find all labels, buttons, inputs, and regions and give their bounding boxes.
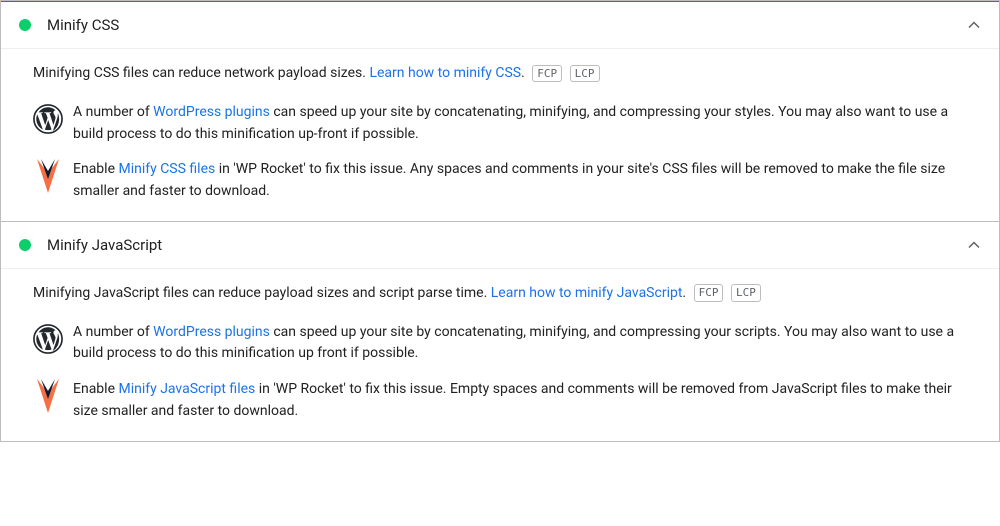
status-dot-icon bbox=[19, 239, 31, 251]
intro-text: Minifying JavaScript files can reduce pa… bbox=[33, 285, 491, 301]
audit-description: Minifying JavaScript files can reduce pa… bbox=[33, 283, 967, 304]
tip-pre: Enable bbox=[73, 381, 118, 397]
intro-post: . bbox=[682, 285, 686, 301]
audit-title: Minify CSS bbox=[47, 16, 967, 34]
tip-pre: A number of bbox=[73, 324, 153, 340]
audit-panel: Minify JavaScript Minifying JavaScript f… bbox=[0, 222, 1000, 442]
tip-text: A number of WordPress plugins can speed … bbox=[73, 102, 967, 145]
tip-link[interactable]: WordPress plugins bbox=[153, 104, 270, 120]
learn-more-link[interactable]: Learn how to minify CSS bbox=[369, 65, 521, 81]
tip-text: Enable Minify CSS files in 'WP Rocket' t… bbox=[73, 159, 967, 202]
tip-text: A number of WordPress plugins can speed … bbox=[73, 322, 967, 365]
chevron-up-icon bbox=[967, 18, 981, 32]
audit-header[interactable]: Minify JavaScript bbox=[1, 222, 999, 269]
wprocket-icon bbox=[33, 381, 63, 411]
metric-badge: FCP bbox=[532, 65, 562, 82]
tip-link[interactable]: Minify JavaScript files bbox=[118, 381, 255, 397]
chevron-up-icon bbox=[967, 238, 981, 252]
tip-pre: Enable bbox=[73, 161, 118, 177]
tip-row: Enable Minify CSS files in 'WP Rocket' t… bbox=[33, 159, 967, 202]
wordpress-icon bbox=[33, 104, 63, 134]
tip-row: A number of WordPress plugins can speed … bbox=[33, 322, 967, 365]
tip-link[interactable]: Minify CSS files bbox=[118, 161, 215, 177]
intro-text: Minifying CSS files can reduce network p… bbox=[33, 65, 369, 81]
metric-badge: FCP bbox=[694, 284, 724, 301]
tip-pre: A number of bbox=[73, 104, 153, 120]
learn-more-link[interactable]: Learn how to minify JavaScript bbox=[491, 285, 683, 301]
audit-description: Minifying CSS files can reduce network p… bbox=[33, 63, 967, 84]
status-dot-icon bbox=[19, 19, 31, 31]
wordpress-icon bbox=[33, 324, 63, 354]
tip-link[interactable]: WordPress plugins bbox=[153, 324, 270, 340]
metric-badge: LCP bbox=[731, 284, 761, 301]
metric-badge: LCP bbox=[570, 65, 600, 82]
tip-row: Enable Minify JavaScript files in 'WP Ro… bbox=[33, 379, 967, 422]
audit-body: Minifying JavaScript files can reduce pa… bbox=[1, 269, 999, 441]
audit-title: Minify JavaScript bbox=[47, 236, 967, 254]
audit-header[interactable]: Minify CSS bbox=[1, 1, 999, 49]
audit-panel: Minify CSS Minifying CSS files can reduc… bbox=[0, 0, 1000, 222]
tip-row: A number of WordPress plugins can speed … bbox=[33, 102, 967, 145]
tip-text: Enable Minify JavaScript files in 'WP Ro… bbox=[73, 379, 967, 422]
intro-post: . bbox=[521, 65, 525, 81]
wprocket-icon bbox=[33, 161, 63, 191]
audit-body: Minifying CSS files can reduce network p… bbox=[1, 49, 999, 221]
